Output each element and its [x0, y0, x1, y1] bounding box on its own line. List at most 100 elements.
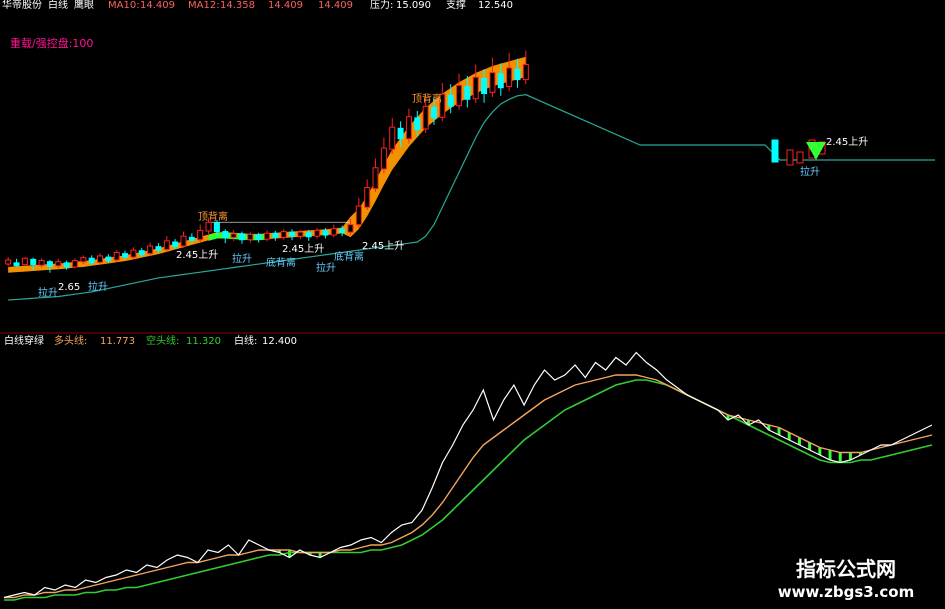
- candle-body: [113, 251, 120, 261]
- candle-body: [447, 94, 454, 107]
- candle-body: [364, 186, 371, 208]
- candle-body: [263, 232, 271, 240]
- candle-body: [481, 77, 488, 95]
- candle-body: [272, 232, 279, 238]
- candle-body: [414, 117, 421, 130]
- candle-body: [180, 235, 187, 247]
- annotation-rise-3: 拉升: [232, 252, 252, 265]
- candle-body: [380, 147, 387, 170]
- candle-body: [314, 229, 321, 237]
- stock-name: 华帝股份: [2, 0, 42, 11]
- value-1: 14.409: [268, 0, 303, 11]
- candle-body: [213, 222, 220, 233]
- candle-body: [514, 68, 521, 81]
- candle-body: [163, 240, 170, 251]
- pressure-value: 15.090: [396, 0, 431, 11]
- candle-body: [55, 261, 62, 267]
- short-line-value: 11.320: [186, 336, 221, 347]
- white-line-label: 白线:: [234, 336, 258, 347]
- candle-body: [522, 64, 529, 81]
- candle-body: [796, 151, 804, 164]
- candle-body: [464, 86, 471, 100]
- annotation-bottom-div_2: 底背离: [334, 250, 364, 263]
- support-label: 支撑: [446, 0, 466, 11]
- stop-line: [8, 94, 935, 301]
- long-line-label: 多头线:: [54, 336, 88, 347]
- ma12-value: 14.358: [220, 0, 255, 11]
- candle-body: [255, 234, 262, 240]
- annotation-top-div_1: 顶背离: [198, 210, 228, 223]
- candle-body: [472, 76, 479, 100]
- annotation-rise-4: 拉升: [316, 261, 336, 274]
- candle-body: [197, 229, 204, 241]
- chart-stage: 顶背离 顶背离 底背离 底背离 拉升 拉升 拉升 拉升 拉升 2.45上升 2.45上升 2.45上升…: [0, 0, 945, 609]
- candle-body: [122, 253, 129, 258]
- candle-body: [280, 231, 287, 238]
- short-line-label: 空头线:: [146, 336, 180, 347]
- candle-body: [305, 232, 312, 238]
- watermark: 指标公式网 www.zbgs3.com: [747, 547, 945, 609]
- candle-body: [506, 67, 513, 88]
- white-line-value: 12.400: [262, 336, 297, 347]
- candle-body: [71, 260, 78, 268]
- candle-body: [205, 221, 212, 232]
- candle-body: [422, 105, 429, 130]
- support-value: 12.540: [478, 0, 513, 11]
- candle-body: [30, 258, 37, 266]
- candle-body: [347, 224, 354, 233]
- candle-body: [222, 231, 229, 238]
- candle-body: [339, 228, 346, 234]
- ma10-value: 14.409: [140, 0, 175, 11]
- candle-body: [63, 262, 70, 268]
- candle-body: [13, 262, 20, 267]
- long-line-value: 11.773: [100, 336, 135, 347]
- candle-body: [489, 72, 496, 93]
- control-text: 重载/强控盘:100: [10, 37, 94, 50]
- candle-body: [105, 256, 112, 262]
- candle-body: [786, 149, 794, 166]
- value-2: 14.409: [318, 0, 353, 11]
- chart-canvas: 顶背离顶背离底背离底背离拉升拉升拉升拉升拉升2.45上升2.45上升 2.45上升…: [0, 50, 945, 601]
- eye-label: 鹰眼: [74, 0, 94, 11]
- candle-body: [497, 73, 504, 89]
- candle-body: [188, 236, 195, 241]
- annotation-up-d: 2.45上升: [826, 136, 868, 148]
- candle-body: [97, 255, 104, 263]
- candle-body: [297, 231, 304, 237]
- candle-body: [397, 127, 404, 140]
- annotation-rise-1: 拉升: [38, 286, 58, 299]
- candle-body: [330, 228, 337, 236]
- indicator-name: 白线: [48, 0, 68, 11]
- watermark-title: 指标公式网: [796, 557, 896, 581]
- candle-body: [247, 233, 254, 241]
- candle-body: [21, 257, 28, 266]
- annotation-top-div_2: 顶背离: [412, 92, 442, 105]
- candle-body: [172, 241, 179, 248]
- annotation-rise-2: 拉升: [88, 280, 108, 293]
- candle-body: [430, 106, 437, 119]
- annotation-bottom-div_1: 底背离: [266, 256, 296, 269]
- annotation-up-c: 2.45上升: [362, 240, 404, 252]
- candle-body: [771, 139, 779, 163]
- candle-body: [389, 126, 396, 150]
- candle-body: [80, 257, 87, 263]
- bottom-indicator-name: 白线穿绿: [4, 336, 44, 347]
- annotation-up-b: 2.45上升: [282, 243, 324, 255]
- candle-body: [138, 250, 145, 256]
- candle-body: [5, 259, 12, 265]
- annotation-low-mark: 2.65: [58, 282, 80, 293]
- candle-body: [46, 261, 53, 267]
- candle-body: [405, 116, 412, 140]
- ma10-label: MA10:: [108, 0, 140, 11]
- annotation-up-a: 2.45上升: [176, 249, 218, 261]
- annotations: 顶背离顶背离底背离底背离拉升拉升拉升拉升拉升2.45上升2.45上升 2.45上升…: [38, 92, 868, 299]
- stop-line-path: [8, 94, 935, 301]
- candle-body: [155, 246, 162, 251]
- candle-body: [130, 249, 137, 258]
- pressure-label: 压力:: [370, 0, 394, 11]
- candle-body: [38, 260, 45, 266]
- candle-body: [322, 230, 329, 236]
- candle-body: [88, 257, 95, 264]
- candle-body: [456, 84, 463, 107]
- candles: [5, 50, 826, 273]
